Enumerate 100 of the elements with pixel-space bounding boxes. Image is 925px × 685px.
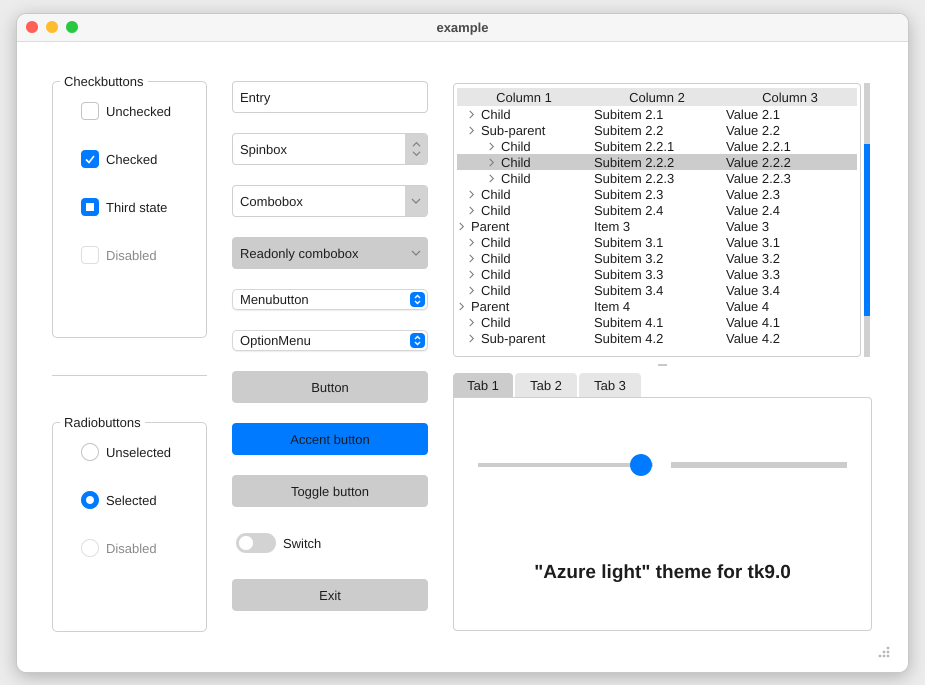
- tree-cell-text: Subitem 3.1: [593, 234, 664, 250]
- tree-cell: Child: [481, 282, 511, 298]
- updown-arrows-icon: [410, 292, 425, 307]
- tree-row[interactable]: Child Subitem 2.1 Value 2.1: [457, 106, 857, 122]
- tree-cell: Sub-parent: [481, 122, 546, 138]
- tree-cell: Parent: [471, 298, 510, 314]
- tree-cell-text: Subitem 4.2: [593, 330, 664, 346]
- frame-title: Checkbuttons: [60, 74, 148, 89]
- tree-cell-text: Subitem 2.2.1: [593, 138, 676, 154]
- accent-button[interactable]: Accent button: [232, 423, 428, 455]
- radio-label: Unselected: [106, 444, 172, 460]
- tree-row[interactable]: Child Subitem 3.1 Value 3.1: [457, 234, 857, 250]
- tree-row[interactable]: Child Subitem 3.4 Value 3.4: [457, 282, 857, 298]
- radio-label: Disabled: [106, 540, 157, 556]
- tab[interactable]: Tab 3: [579, 373, 641, 397]
- button[interactable]: Exit: [232, 579, 428, 611]
- readonly-combobox[interactable]: Readonly combobox: [232, 237, 428, 269]
- column-header[interactable]: Column 1: [457, 88, 591, 106]
- tree-cell-text: Value 3.1: [725, 234, 781, 250]
- tree-cell: Child: [481, 266, 511, 282]
- button[interactable]: Toggle button: [232, 475, 428, 507]
- tab[interactable]: Tab 1: [453, 373, 513, 397]
- scrollbar[interactable]: [864, 83, 870, 357]
- tree-cell: Child: [481, 202, 511, 218]
- tree-cell: Parent: [471, 218, 510, 234]
- column-header[interactable]: Column 2: [591, 88, 723, 106]
- tree-cell: Child: [501, 138, 531, 154]
- tree-cell-text: Value 3: [725, 218, 770, 234]
- combobox[interactable]: Combobox: [232, 185, 428, 217]
- button[interactable]: Button: [232, 371, 428, 403]
- zoom-button[interactable]: [66, 21, 78, 33]
- tree-cell-text: Subitem 2.2.3: [593, 170, 676, 186]
- tree-row[interactable]: Child Subitem 3.2 Value 3.2: [457, 250, 857, 266]
- checkbox-label: Disabled: [106, 248, 157, 262]
- column-header[interactable]: Column 3: [723, 88, 857, 106]
- theme-caption: "Azure light" theme for tk9.0: [534, 562, 791, 584]
- checkbox-label: Unchecked: [106, 104, 172, 118]
- checkbox-label: Checked: [106, 152, 158, 166]
- slider-thumb[interactable]: [630, 454, 652, 476]
- tree-cell-text: Subitem 2.2.2: [593, 154, 676, 170]
- tree-row[interactable]: Sub-parent Subitem 2.2 Value 2.2: [457, 122, 857, 138]
- tree-cell-text: Value 2.1: [725, 106, 781, 122]
- tree-cell-text: Subitem 2.1: [593, 106, 664, 122]
- tree-row[interactable]: Child Subitem 2.4 Value 2.4: [457, 202, 857, 218]
- tree-cell: Child: [481, 314, 511, 330]
- tree-cell: Sub-parent: [481, 330, 546, 346]
- tree-cell-text: Value 2.3: [725, 186, 781, 202]
- scrollbar-thumb[interactable]: [864, 144, 870, 316]
- tree-cell-text: Value 2.2.2: [725, 154, 792, 170]
- tree-row[interactable]: Parent Item 4 Value 4: [457, 298, 857, 314]
- tree-cell: Child: [501, 170, 531, 186]
- spinbox[interactable]: Spinbox: [232, 133, 428, 165]
- tree-row[interactable]: Child Subitem 2.2.1 Value 2.2.1: [457, 138, 857, 154]
- tree-row[interactable]: Parent Item 3 Value 3: [457, 218, 857, 234]
- switch-label: Switch: [283, 536, 322, 550]
- checkbox[interactable]: [81, 102, 99, 120]
- tree-cell-text: Value 2.2: [725, 122, 781, 138]
- tree-row[interactable]: Child Subitem 3.3 Value 3.3: [457, 266, 857, 282]
- tree-row[interactable]: Child Subitem 4.1 Value 4.1: [457, 314, 857, 330]
- toggle-switch[interactable]: [236, 533, 276, 553]
- tree-cell-text: Subitem 2.4: [593, 202, 664, 218]
- checkbox[interactable]: [81, 198, 99, 216]
- tree-cell-text: Value 4.1: [725, 314, 781, 330]
- checkbox[interactable]: [81, 150, 99, 168]
- tree-cell-text: Subitem 3.4: [593, 282, 664, 298]
- radio-label: Selected: [106, 492, 157, 508]
- entry-field[interactable]: Entry: [232, 81, 428, 113]
- menu-button[interactable]: Menubutton: [232, 289, 428, 310]
- tree-cell: Child: [481, 250, 511, 266]
- tree-cell-text: Value 3.4: [725, 282, 781, 298]
- resize-grip-icon[interactable]: [878, 646, 890, 658]
- tree-cell-text: Value 2.2.3: [725, 170, 792, 186]
- tree-cell-text: Value 2.4: [725, 202, 781, 218]
- tree-cell-text: Subitem 4.1: [593, 314, 664, 330]
- tree-cell-text: Value 4.2: [725, 330, 781, 346]
- tree-cell-text: Value 3.2: [725, 250, 781, 266]
- tree-cell-text: Subitem 3.3: [593, 266, 664, 282]
- check-icon: [84, 153, 96, 165]
- tree-cell-text: Value 3.3: [725, 266, 781, 282]
- checkbox-label: Third state: [106, 200, 168, 214]
- tree-cell-text: Value 2.2.1: [725, 138, 792, 154]
- tree-cell-text: Item 4: [593, 298, 632, 314]
- tree-cell: Child: [481, 186, 511, 202]
- tree-row[interactable]: Child Subitem 2.2.3 Value 2.2.3: [457, 170, 857, 186]
- tree-cell: Child: [481, 234, 511, 250]
- tab[interactable]: Tab 2: [515, 373, 577, 397]
- tree-cell: Child: [481, 106, 511, 122]
- tree-row[interactable]: Sub-parent Subitem 4.2 Value 4.2: [457, 330, 857, 346]
- menu-button[interactable]: OptionMenu: [232, 330, 428, 351]
- tree-cell-text: Subitem 3.2: [593, 250, 664, 266]
- radio-button[interactable]: [81, 443, 99, 461]
- close-button[interactable]: [26, 21, 38, 33]
- tree-cell-text: Item 3: [593, 218, 632, 234]
- window-title: example: [436, 20, 489, 35]
- updown-arrows-icon: [410, 333, 425, 348]
- tree-cell-text: Value 4: [725, 298, 770, 314]
- minimize-button[interactable]: [46, 21, 58, 33]
- tree-row[interactable]: Child Subitem 2.2.2 Value 2.2.2: [457, 154, 857, 170]
- tree-row[interactable]: Child Subitem 2.3 Value 2.3: [457, 186, 857, 202]
- radio-button[interactable]: [81, 491, 99, 509]
